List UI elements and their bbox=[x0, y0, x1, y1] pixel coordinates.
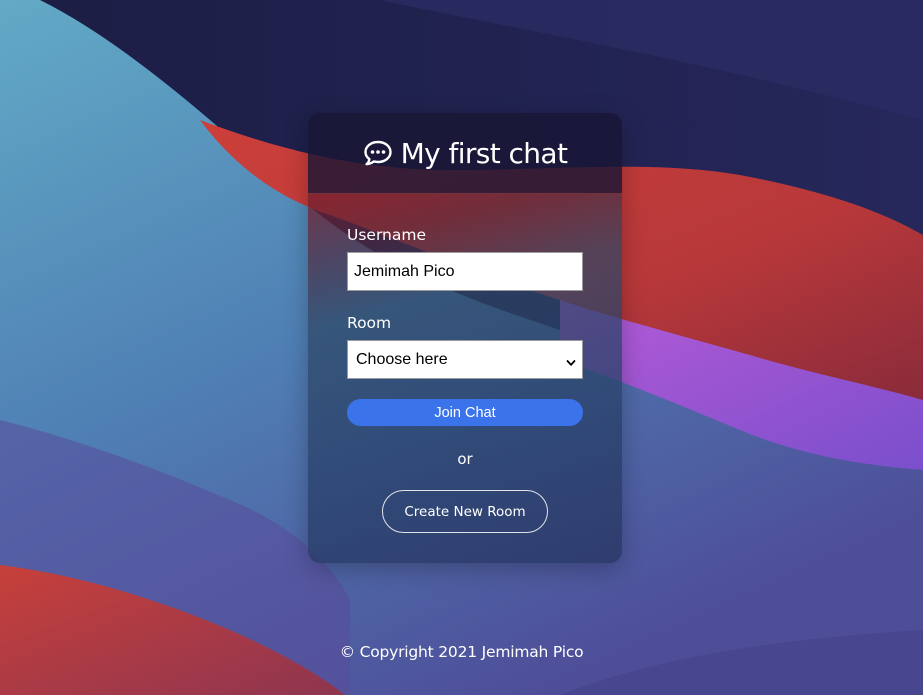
create-room-button[interactable]: Create New Room bbox=[382, 490, 548, 533]
username-label: Username bbox=[347, 226, 427, 244]
card-header: My first chat bbox=[308, 113, 622, 194]
room-select-value: Choose here bbox=[356, 350, 448, 368]
chat-bubble-icon bbox=[363, 139, 393, 167]
room-label: Room bbox=[347, 314, 392, 332]
room-group: Room Choose here bbox=[347, 314, 583, 379]
join-form: Username Room Choose here Join Chat or C… bbox=[308, 194, 622, 563]
login-card: My first chat Username Room Choose here … bbox=[308, 113, 622, 563]
username-input[interactable] bbox=[347, 252, 583, 291]
or-separator: or bbox=[457, 450, 473, 468]
footer-copyright: © Copyright 2021 Jemimah Pico bbox=[339, 643, 584, 661]
join-chat-button[interactable]: Join Chat bbox=[347, 399, 583, 426]
chevron-down-icon bbox=[566, 355, 576, 366]
app-title: My first chat bbox=[400, 136, 568, 170]
room-select[interactable]: Choose here bbox=[347, 340, 583, 379]
